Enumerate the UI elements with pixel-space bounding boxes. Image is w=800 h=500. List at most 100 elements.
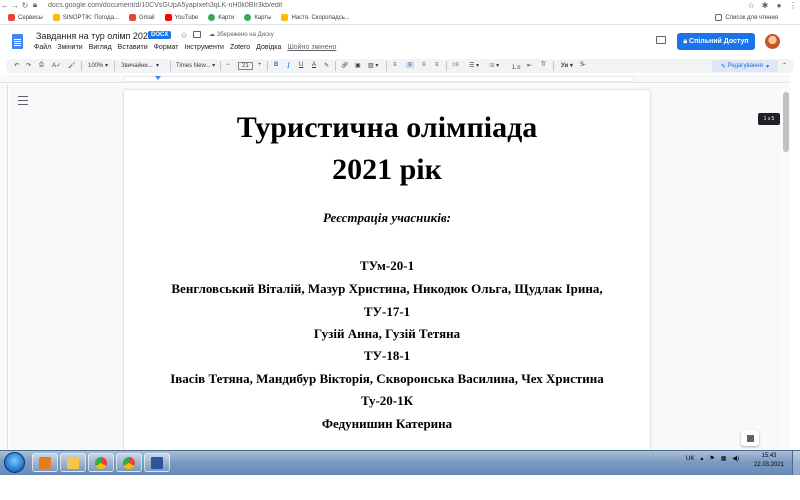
reading-list[interactable]: Список для чтения [715, 14, 778, 21]
explore-button[interactable] [741, 430, 759, 446]
scroll-thumb[interactable] [783, 92, 789, 152]
underline-button[interactable]: U [299, 62, 303, 68]
star-icon[interactable]: ☆ [180, 30, 188, 41]
document-page[interactable]: Туристична олімпіада 2021 рік Реєстрація… [124, 90, 650, 460]
bookmark-item[interactable]: Сервисы [8, 14, 43, 21]
menu-format[interactable]: Формат [154, 44, 179, 51]
add-comment-icon[interactable]: ▣ [355, 62, 361, 69]
menu-help[interactable]: Довідка [256, 44, 281, 51]
menu-tools[interactable]: Інструменти [184, 44, 223, 51]
docx-badge: DOCX [148, 31, 172, 39]
taskbar-clock[interactable]: 15:43 22.03.2021 [748, 452, 790, 470]
windows-start-button[interactable] [4, 452, 25, 473]
volume-icon[interactable]: ◀) [732, 455, 739, 462]
taskbar-media-player[interactable] [32, 453, 58, 472]
collapse-menus-icon[interactable]: ⌃ [782, 62, 787, 69]
taskbar-chrome[interactable] [88, 453, 114, 472]
chevron-down-icon: ▾ [762, 63, 770, 70]
style-select[interactable]: Звичайни... ▾ [121, 62, 159, 69]
bookmark-item[interactable]: Карты [244, 14, 271, 21]
reload-icon[interactable]: ↻ [20, 1, 30, 10]
bookmarks-bar: Сервисы SINOPTIK: Погода... Gmail YouTub… [0, 11, 800, 25]
bookmark-star-icon[interactable]: ☆ [744, 1, 758, 10]
numbered-list-icon[interactable]: ⒈≡ [511, 62, 521, 71]
font-size-field[interactable]: 21 [238, 62, 253, 70]
back-icon[interactable]: ← [0, 1, 10, 10]
input-tools-icon[interactable]: Уи ▾ [561, 62, 573, 69]
bookmark-item[interactable]: SINOPTIK: Погода... [52, 14, 119, 21]
align-center-icon[interactable]: ≡ [406, 62, 414, 68]
docs-logo-icon[interactable] [12, 34, 23, 49]
bookmark-item[interactable]: Gmail [128, 14, 155, 21]
document-title[interactable]: Завдання на тур олімп 2021 [36, 31, 153, 41]
url-field[interactable]: docs.google.com/document/d/10CVsGUpA5yap… [48, 2, 744, 9]
insert-image-icon[interactable]: ▨ ▾ [368, 62, 378, 69]
clear-formatting-icon[interactable]: T̸ [541, 62, 545, 68]
menu-zotero[interactable]: Zotero [230, 44, 250, 51]
text-color-button[interactable]: A [312, 62, 316, 68]
menu-view[interactable]: Вигляд [89, 44, 112, 51]
bookmark-item[interactable]: Настя. Скоропадсь... [281, 14, 350, 21]
decrease-indent-icon[interactable]: ⇤ [527, 62, 532, 69]
forward-icon[interactable]: → [10, 1, 20, 10]
vertical-ruler[interactable] [0, 84, 8, 449]
cloud-icon: ☁ [209, 32, 217, 38]
font-select[interactable]: Times New... ▾ [176, 62, 215, 69]
sinoptik-icon [52, 14, 60, 21]
chrome-icon [123, 456, 135, 469]
font-size-increase-icon[interactable]: + [258, 62, 262, 68]
align-justify-icon[interactable]: ≡ [435, 62, 439, 68]
spellcheck-icon[interactable]: A✓ [52, 62, 61, 69]
bookmark-item[interactable]: Карти [208, 14, 234, 21]
italic-button[interactable]: I [287, 61, 290, 70]
line-spacing-icon[interactable]: ↕≡ [452, 62, 459, 68]
tray-arrow-icon[interactable]: ▴ [700, 455, 703, 462]
indent-marker-icon[interactable] [155, 76, 161, 80]
taskbar-chrome-2[interactable] [116, 453, 142, 472]
toolbar-divider [267, 61, 268, 71]
font-size-decrease-icon[interactable]: − [226, 62, 230, 68]
print-icon[interactable]: ⎙ [39, 62, 44, 69]
menu-insert[interactable]: Вставити [118, 44, 148, 51]
lock-icon[interactable]: 🔒︎ [30, 0, 40, 10]
redo-icon[interactable]: ↷ [26, 62, 31, 69]
align-left-icon[interactable]: ≡ [393, 62, 397, 68]
participants-line: Федунишин Катерина [321, 416, 453, 431]
horizontal-ruler[interactable] [0, 75, 790, 83]
save-status: ☁ Збережено на Диску [209, 32, 274, 38]
checklist-icon[interactable]: ☰ ▾ [469, 62, 479, 69]
highlight-icon[interactable]: ✎ [324, 62, 329, 69]
group-heading: ТУ-18-1 [363, 348, 411, 363]
network-icon[interactable]: ▦ [721, 455, 727, 462]
bookmark-item[interactable]: YouTube [164, 14, 198, 21]
document-outline-icon[interactable] [18, 96, 28, 105]
taskbar-word[interactable] [144, 453, 170, 472]
menu-edit[interactable]: Змінити [57, 44, 83, 51]
align-right-icon[interactable]: ≡ [422, 62, 426, 68]
show-desktop-button[interactable] [792, 451, 800, 475]
comment-history-icon[interactable] [656, 36, 666, 44]
extensions-icon[interactable]: ✱ [758, 1, 772, 10]
taskbar-explorer[interactable] [60, 453, 86, 472]
share-button[interactable]: 🔒︎ Спільний Доступ [677, 33, 755, 50]
link-icon[interactable]: 🔗︎ [341, 62, 349, 69]
paint-format-icon[interactable]: 🖌︎ [68, 62, 76, 69]
zoom-select[interactable]: 100% ▾ [88, 62, 108, 69]
menu-file[interactable]: Файл [34, 44, 51, 51]
editing-mode-select[interactable]: ✎ Редагування ▾ [712, 60, 778, 72]
language-indicator[interactable]: UK [686, 456, 694, 462]
last-edit-link[interactable]: Шойно змінено [287, 44, 336, 51]
toolbar-divider [386, 61, 387, 71]
move-folder-icon[interactable] [193, 31, 201, 38]
avatar[interactable] [765, 34, 780, 49]
flag-icon[interactable]: ⚑ [709, 455, 714, 462]
bulleted-list-icon[interactable]: ⁝≡ ▾ [489, 62, 499, 69]
participants-line: Гузій Анна, Гузій Тетяна [313, 326, 461, 341]
undo-icon[interactable]: ↶ [14, 62, 19, 69]
browser-menu-icon[interactable]: ⋮ [786, 1, 800, 10]
bold-button[interactable]: B [274, 62, 278, 68]
clock-date: 22.03.2021 [753, 462, 785, 468]
strikethrough-icon[interactable]: S̶ [580, 62, 584, 68]
profile-icon[interactable]: ● [772, 1, 786, 10]
page-indicator: 1 з 5 [758, 113, 780, 125]
